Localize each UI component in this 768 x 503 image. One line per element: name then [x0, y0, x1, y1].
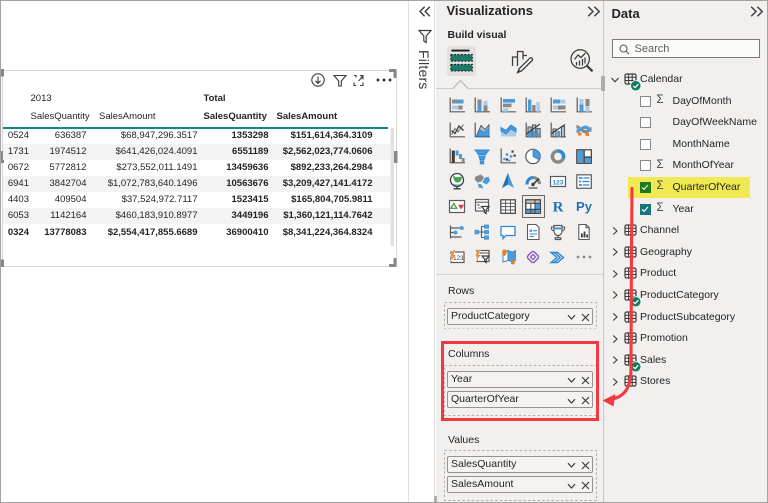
svg-text:R: R	[553, 200, 564, 216]
svg-text:Py: Py	[576, 199, 593, 214]
svg-text:123: 123	[553, 179, 564, 186]
